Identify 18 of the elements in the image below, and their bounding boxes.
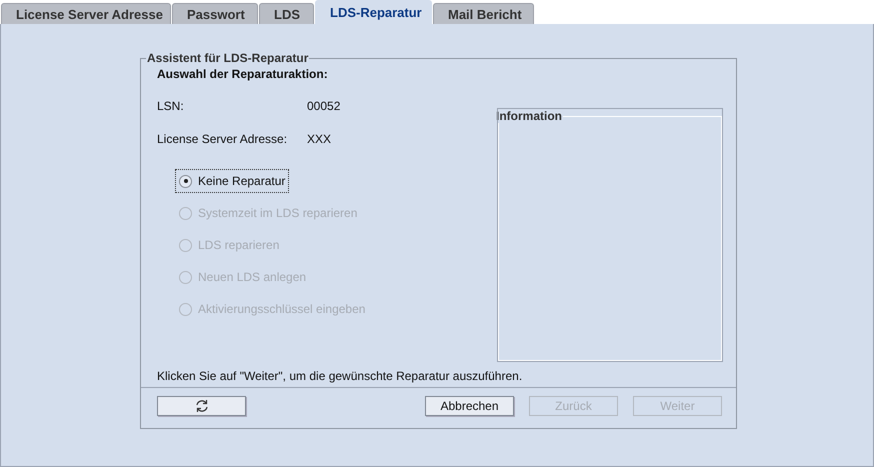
tab[interactable]: Mail Bericht: [433, 3, 534, 24]
field-value: 00052: [307, 99, 340, 115]
field-label: License Server Adresse:: [157, 132, 288, 148]
refresh-button[interactable]: [157, 396, 246, 416]
field-label: LSN:: [157, 99, 185, 115]
group-title: Assistent für LDS-Reparatur: [146, 51, 310, 65]
refresh-icon: [194, 399, 210, 413]
radio-option[interactable]: Keine Reparatur: [175, 169, 290, 193]
tab[interactable]: LDS-Reparatur: [315, 0, 432, 24]
radio-button[interactable]: [179, 174, 192, 188]
tab[interactable]: LDS: [259, 3, 314, 24]
tab[interactable]: License Server Adresse: [1, 3, 171, 24]
section-heading: Auswahl der Reparaturaktion:: [157, 67, 329, 83]
dialog-button[interactable]: Abbrechen: [425, 396, 514, 416]
field-value: XXX: [307, 132, 332, 148]
hint-text: Klicken Sie auf "Weiter", um die gewünschte Reparatur auszuführen.: [157, 368, 524, 385]
information-title: Information: [495, 109, 563, 123]
tab[interactable]: Passwort: [172, 3, 258, 24]
